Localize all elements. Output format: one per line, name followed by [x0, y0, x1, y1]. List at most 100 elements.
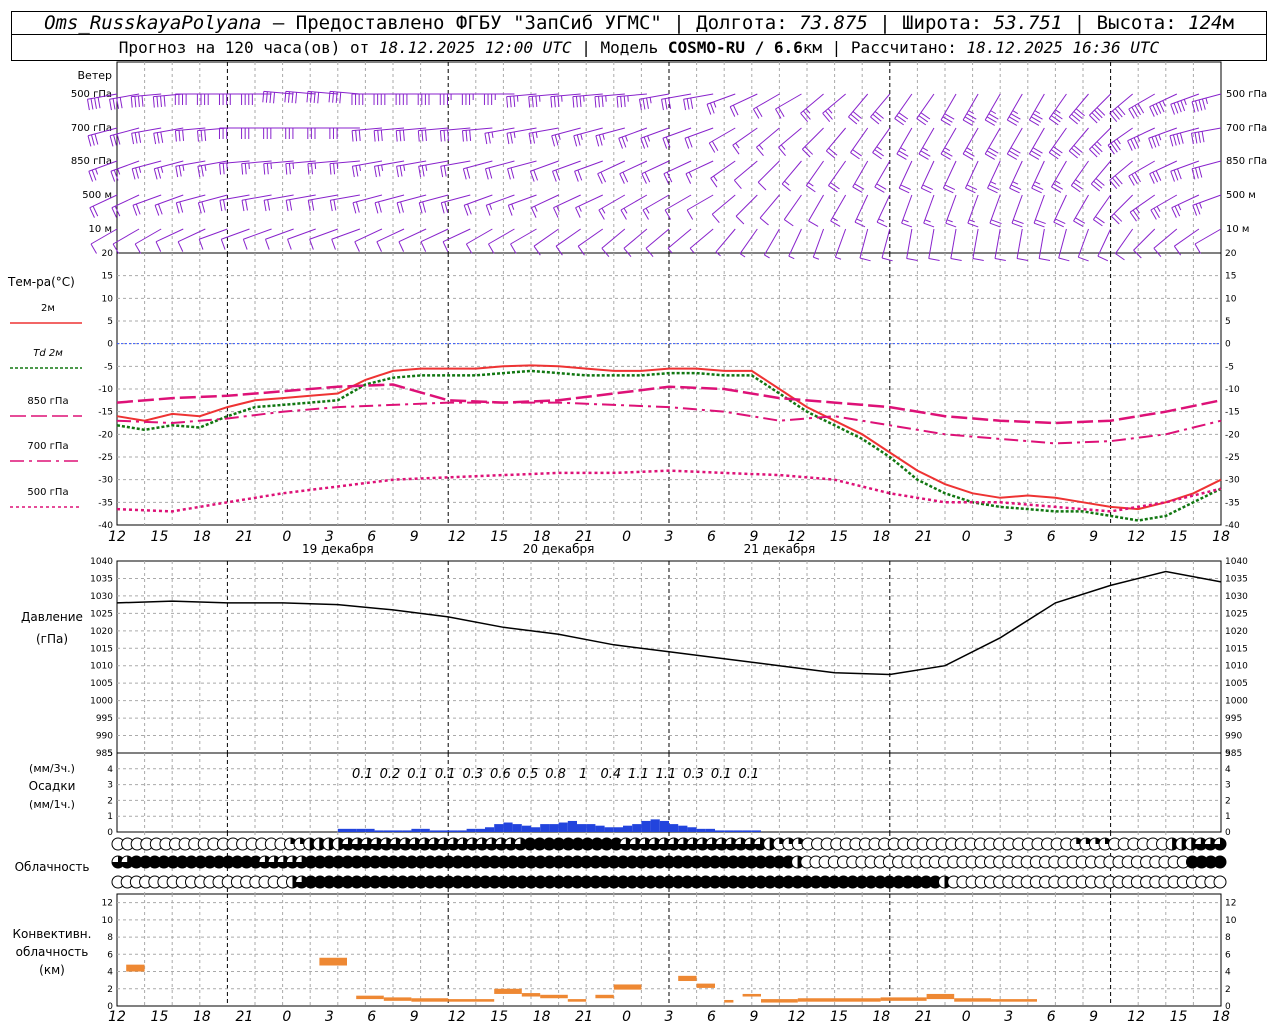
wind-title: Ветер: [78, 69, 112, 82]
wind-barb: [463, 194, 493, 216]
precip-bar: [650, 819, 660, 832]
precip-bar: [475, 828, 485, 832]
wind-barb: [964, 160, 979, 194]
wind-barb: [706, 93, 736, 115]
conv-cloud-bar: [880, 997, 927, 1001]
wind-barb: [984, 93, 1001, 126]
conv-time-tick-label: 0: [282, 1009, 291, 1024]
wind-barb: [854, 194, 869, 228]
wind-barb: [916, 93, 935, 126]
wind-barb: [778, 127, 802, 157]
conv-cloud-bar: [383, 997, 412, 1001]
wind-barb: [686, 194, 714, 220]
wind-barb: [440, 160, 471, 178]
temp-tick-label-left: -25: [98, 453, 113, 463]
wind-barb: [834, 228, 847, 260]
conv-tick-label-left: 12: [102, 899, 113, 909]
precip-bar: [337, 828, 347, 832]
conv-cloud-bar: [126, 964, 145, 972]
wind-barb: [872, 127, 891, 160]
wind-barb: [828, 160, 847, 193]
wind-barb: [1149, 160, 1178, 184]
conv-time-tick-label: 15: [1170, 1009, 1188, 1024]
conv-time-tick-label: 18: [533, 1009, 551, 1024]
wind-barb: [155, 228, 184, 252]
wind-barb: [920, 160, 935, 194]
wind-barb: [710, 160, 736, 188]
wind-barb: [111, 194, 140, 218]
conv-time-tick-label: 6: [367, 1009, 376, 1024]
precip-tick-label-left: 0: [107, 828, 113, 838]
wind-barb: [1111, 194, 1134, 225]
precip-bar: [558, 822, 568, 832]
wind-barb: [620, 194, 648, 220]
wind-barb: [1129, 194, 1156, 222]
day-label: 20 декабря: [523, 542, 595, 556]
precip-bar: [604, 827, 614, 832]
wind-barb: [808, 194, 824, 227]
wind-barb: [894, 93, 913, 126]
temp-tick-label-right: -15: [1225, 408, 1240, 418]
wind-barb: [781, 160, 802, 192]
wind-barb: [876, 194, 891, 228]
conv-time-tick-label: 12: [448, 1009, 466, 1024]
precip-tick-label-left: 5: [107, 749, 113, 759]
conv-cloud-bar: [696, 983, 715, 988]
wind-barb: [488, 228, 515, 254]
wind-barb: [398, 228, 427, 252]
temp-time-tick-label: 18: [872, 529, 890, 545]
wind-barb: [197, 194, 228, 214]
conv-cloud-bar: [742, 993, 761, 997]
precip-bar: [724, 830, 734, 832]
wind-barb: [1048, 127, 1067, 160]
conv-cloud-bar: [678, 975, 697, 982]
temp-tick-label-right: -30: [1225, 476, 1240, 486]
precip-tick-label-left: 2: [107, 796, 113, 806]
temp-time-tick-label: 6: [1047, 529, 1056, 545]
wind-barb: [906, 228, 918, 261]
pressure-tick-label-left: 995: [96, 714, 113, 724]
conv-cloud-bar: [356, 995, 384, 1000]
conv-cloud-bar: [448, 999, 495, 1002]
wind-barb: [1028, 93, 1045, 126]
temp-legend-label: 700 гПа: [27, 441, 68, 452]
conv-time-tick-label: 9: [410, 1009, 419, 1024]
precip-title: Осадки: [29, 779, 76, 793]
temp-time-tick-label: 6: [707, 529, 716, 545]
wind-barb: [684, 127, 714, 149]
precip-tick-label-right: 4: [1225, 765, 1231, 775]
wind-barb: [485, 194, 515, 216]
precip-3h-amount: 1.1: [656, 767, 677, 782]
precip-bar: [411, 828, 421, 832]
wind-barb: [329, 194, 360, 212]
conv-tick-label-left: 4: [107, 968, 113, 978]
temp-tick-label-left: 15: [102, 272, 113, 282]
precip-3h-amount: 1: [579, 767, 587, 782]
precip-bar: [669, 824, 679, 832]
temp-time-tick-label: 15: [490, 529, 508, 545]
conv-time-tick-label: 12: [1127, 1009, 1145, 1024]
temp-tick-label-right: 15: [1225, 272, 1236, 282]
temp-time-tick-label: 12: [108, 529, 126, 545]
precip-bar: [742, 830, 752, 832]
precip-3h-amount: 0.1: [435, 767, 456, 782]
wind-barb: [1089, 127, 1111, 158]
wind-barb: [735, 194, 758, 225]
wind-barb: [577, 228, 604, 256]
wind-barb: [825, 127, 847, 159]
wind-barb: [1053, 194, 1067, 228]
precip-bar: [567, 820, 577, 832]
temp-tick-label-left: 5: [107, 317, 113, 327]
precip-tick-label-left: 4: [107, 765, 113, 775]
wind-barb: [354, 228, 383, 252]
precip-bar: [393, 830, 403, 832]
wind-barb: [759, 194, 780, 226]
precip-tick-label-left: 3: [107, 781, 113, 791]
wind-barb: [642, 194, 670, 220]
precip-3h-amount: 0.1: [352, 767, 373, 782]
wind-barb: [918, 127, 935, 160]
conv-time-tick-label: 6: [1047, 1009, 1056, 1024]
temp-time-tick-label: 18: [1212, 529, 1230, 545]
conv-time-tick-label: 3: [1004, 1009, 1013, 1024]
wind-barb: [962, 127, 979, 160]
